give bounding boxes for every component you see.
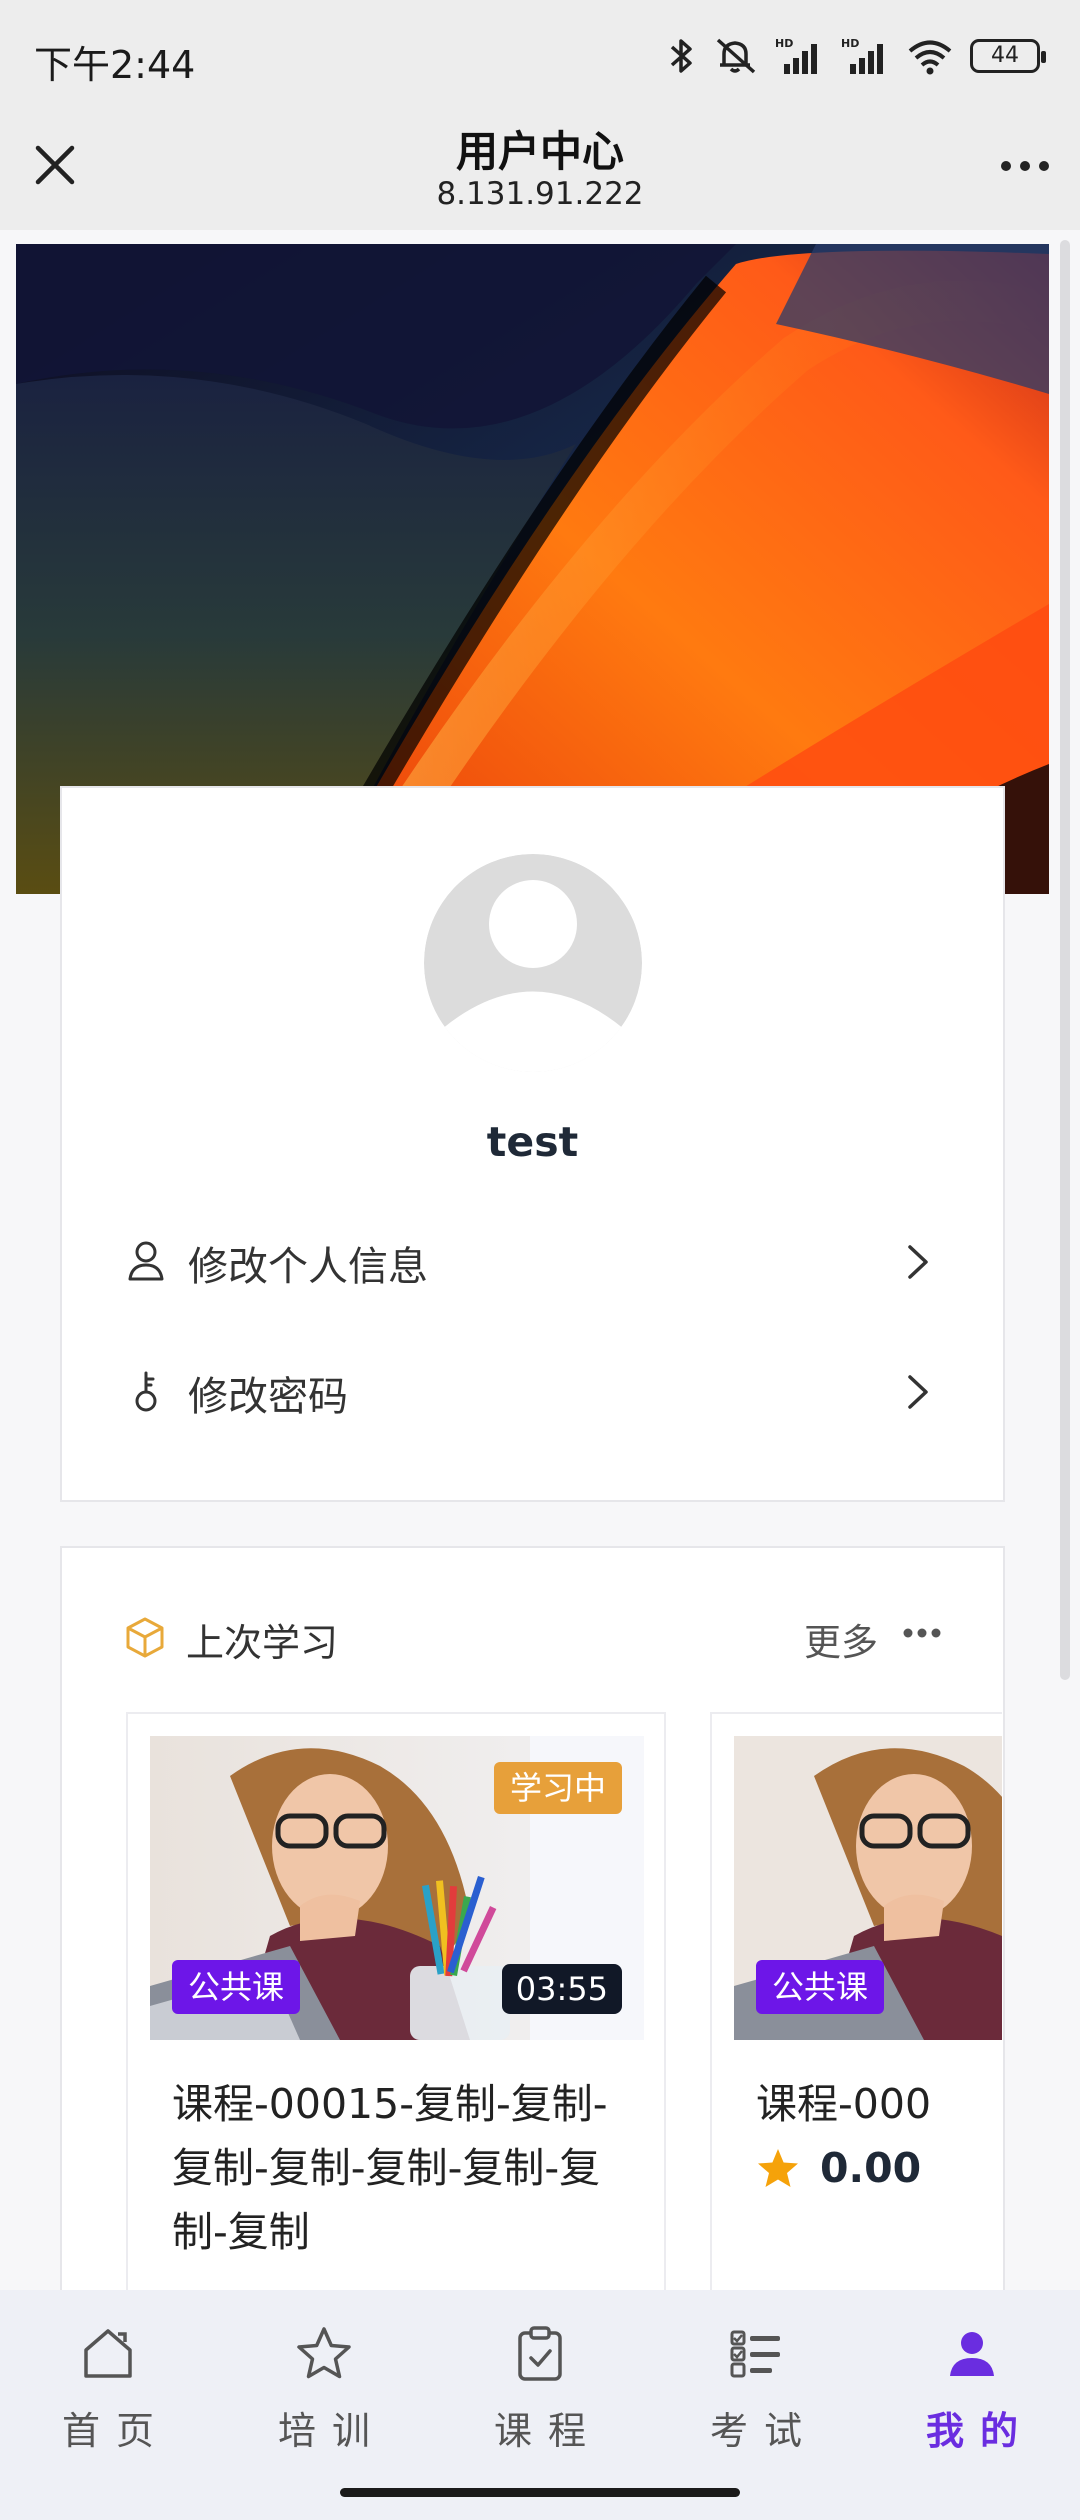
tab-training-label: 培训	[277, 2409, 386, 2453]
more-icon[interactable]	[992, 138, 1058, 194]
more-dots-icon[interactable]	[902, 1626, 942, 1640]
nav-bar: 用户中心 8.131.91.222	[0, 110, 1080, 230]
status-badge: 学习中	[493, 1762, 622, 1814]
course-type-badge: 公共课	[756, 1960, 885, 2014]
battery-icon: 44	[970, 39, 1046, 73]
course-type-badge: 公共课	[172, 1960, 301, 2014]
bluetooth-icon	[670, 39, 692, 73]
username: test	[486, 1118, 579, 1166]
course-card[interactable]: 学习中 公共课 03:55 课程-00015-复制-复制-复制-复制-复制-复制…	[126, 1712, 666, 2290]
key-icon	[135, 1371, 157, 1412]
status-bar: 下午2:44 HD HD 44	[0, 0, 1080, 110]
profile-card: test 修改个人信息 修改密码	[60, 786, 1005, 1502]
course-title: 课程-000	[756, 2080, 932, 2128]
person-icon	[950, 2332, 994, 2376]
clipboard-icon	[518, 2326, 562, 2381]
tab-home[interactable]: 首页	[0, 2290, 216, 2475]
star-icon	[297, 2327, 351, 2379]
tab-courses-label: 课程	[493, 2409, 602, 2453]
avatar[interactable]	[424, 854, 642, 1072]
tab-home-label: 首页	[61, 2409, 170, 2453]
tab-training[interactable]: 培训	[216, 2290, 432, 2475]
svg-text:HD: HD	[841, 37, 859, 50]
content-area[interactable]: test 修改个人信息 修改密码 上次学习 更多 学习中 公共课 03:55 课…	[0, 230, 1080, 2290]
page-title: 用户中心	[455, 127, 624, 176]
gesture-area	[0, 2475, 1080, 2520]
tab-exam-label: 考试	[709, 2409, 818, 2453]
status-icons: HD HD 44	[666, 34, 1046, 78]
signal-hd-icon: HD	[841, 37, 883, 74]
section-title: 上次学习	[186, 1621, 339, 1665]
tab-courses[interactable]: 课程	[432, 2290, 648, 2475]
checklist-icon	[730, 2330, 780, 2378]
cube-icon	[126, 1617, 164, 1658]
course-thumbnail: 公共课	[734, 1736, 1002, 2040]
chevron-right-icon	[908, 1375, 928, 1409]
signal-hd-icon: HD	[775, 37, 817, 74]
rating-value: 0.00	[820, 2144, 922, 2192]
svg-text:HD: HD	[775, 37, 793, 50]
home-icon	[84, 2329, 132, 2378]
user-icon	[128, 1241, 164, 1281]
wifi-icon	[908, 40, 952, 75]
duration-badge: 03:55	[501, 1964, 622, 2014]
tab-bar: 首页 培训 课程 考试 我的	[0, 2290, 1080, 2475]
course-card[interactable]: 公共课 课程-000 0.00	[710, 1712, 1002, 2290]
page-subtitle: 8.131.91.222	[436, 176, 644, 212]
menu-edit-profile[interactable]: 修改个人信息	[62, 1206, 1003, 1316]
status-time: 下午2:44	[34, 43, 196, 87]
menu-edit-profile-label: 修改个人信息	[188, 1244, 428, 1290]
tab-mine[interactable]: 我的	[864, 2290, 1080, 2475]
star-icon	[758, 2149, 798, 2187]
recent-learning-card: 上次学习 更多 学习中 公共课 03:55 课程-00015-复制-复制-复制-…	[60, 1546, 1005, 2290]
home-indicator[interactable]	[340, 2488, 740, 2497]
course-carousel[interactable]: 学习中 公共课 03:55 课程-00015-复制-复制-复制-复制-复制-复制…	[126, 1712, 1002, 2290]
course-rating: 0.00	[756, 2144, 921, 2192]
course-thumbnail: 学习中 公共课 03:55	[150, 1736, 644, 2040]
tab-exam[interactable]: 考试	[648, 2290, 864, 2475]
tab-mine-label: 我的	[925, 2409, 1034, 2453]
mute-icon	[716, 38, 756, 74]
menu-change-password-label: 修改密码	[188, 1374, 348, 1420]
more-link[interactable]: 更多	[804, 1612, 878, 1666]
menu-change-password[interactable]: 修改密码	[62, 1336, 1003, 1446]
chevron-right-icon	[908, 1245, 928, 1279]
course-title: 课程-00015-复制-复制-复制-复制-复制-复制-复制-复制	[172, 2080, 608, 2256]
scrollbar[interactable]	[1060, 240, 1070, 1680]
